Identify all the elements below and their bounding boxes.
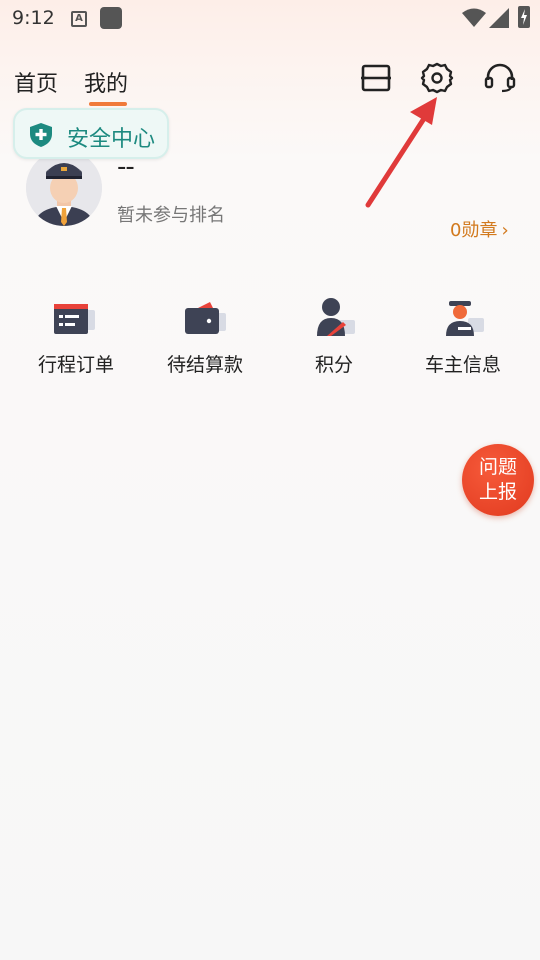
a-icon: A [71, 11, 87, 27]
gear-icon[interactable] [419, 60, 455, 96]
menu-item-owner-info[interactable]: 车主信息 [398, 296, 528, 377]
avatar[interactable] [26, 150, 102, 226]
wifi-icon [462, 8, 486, 27]
active-tab-indicator [89, 102, 127, 106]
scan-icon[interactable] [358, 60, 394, 96]
order-card-icon [54, 304, 95, 334]
menu-item-pending-settlement[interactable]: 待结算款 [140, 296, 270, 377]
issue-report-line2: 上报 [478, 481, 517, 503]
menu-label-pending-settlement: 待结算款 [166, 354, 243, 376]
menu-label-trip-orders: 行程订单 [37, 354, 114, 376]
rank-status: 暂未参与排名 [117, 205, 225, 226]
tab-mine[interactable]: 我的 [84, 66, 128, 98]
headset-icon[interactable] [482, 60, 518, 96]
tab-home[interactable]: 首页 [14, 66, 58, 98]
menu-item-points[interactable]: 积分 [269, 296, 399, 377]
issue-report-line1: 问题 [478, 456, 517, 478]
medal-count: 0勋章 [450, 220, 498, 241]
user-points-icon [317, 298, 355, 336]
app-square-icon [100, 7, 122, 29]
menu-item-trip-orders[interactable]: 行程订单 [11, 296, 141, 377]
medal-link[interactable]: 0勋章 › [450, 216, 509, 242]
status-time: 9:12 [12, 7, 55, 29]
safety-center-button[interactable]: 安全中心 [13, 108, 169, 159]
driver-id-icon [446, 301, 484, 336]
safety-center-label: 安全中心 [67, 127, 156, 152]
signal-icon [489, 8, 509, 28]
wallet-icon [185, 302, 226, 334]
status-bar: 9:12 A [0, 0, 540, 36]
issue-report-button[interactable]: 问题 上报 [462, 444, 534, 516]
menu-label-points: 积分 [314, 354, 353, 376]
battery-charging-icon [518, 6, 530, 28]
shield-plus-icon [30, 123, 52, 147]
chevron-right-icon: › [501, 220, 509, 241]
menu-label-owner-info: 车主信息 [424, 354, 501, 376]
